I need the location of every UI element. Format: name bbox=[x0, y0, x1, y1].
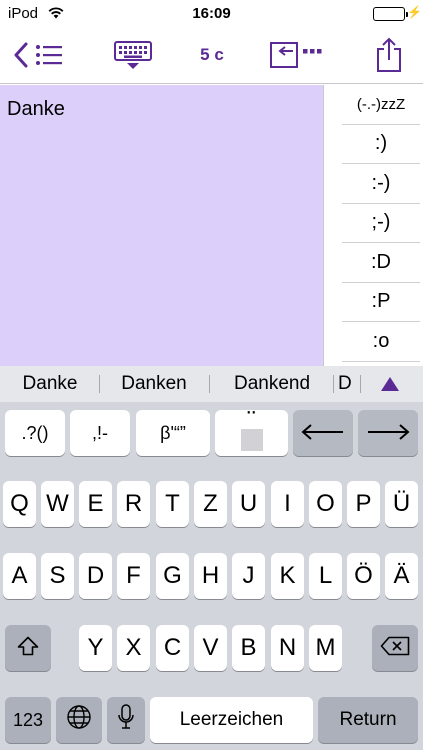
key-v[interactable]: V bbox=[194, 625, 227, 671]
emoticon-item[interactable]: ;-) bbox=[342, 204, 420, 243]
suggestion-item[interactable]: D bbox=[338, 366, 362, 402]
toolbar: 5 c bbox=[0, 26, 423, 84]
cursor-right-button[interactable] bbox=[358, 410, 418, 456]
key-t[interactable]: T bbox=[156, 481, 189, 527]
status-bar: iPod 16:09 ⚡ bbox=[0, 0, 423, 26]
key-w[interactable]: W bbox=[41, 481, 74, 527]
clock-label: 16:09 bbox=[192, 5, 231, 22]
space-key[interactable]: Leerzeichen bbox=[150, 697, 313, 743]
shift-icon bbox=[17, 635, 39, 662]
key-h[interactable]: H bbox=[194, 553, 227, 599]
key-p[interactable]: P bbox=[347, 481, 380, 527]
symbol-key[interactable]: ,!- bbox=[70, 410, 130, 456]
key-d[interactable]: D bbox=[79, 553, 112, 599]
shift-key[interactable] bbox=[5, 625, 51, 671]
key-n[interactable]: N bbox=[271, 625, 304, 671]
key-g[interactable]: G bbox=[156, 553, 189, 599]
emoticon-list[interactable]: (-.-)zzZ :) :-) ;-) :D :P :o bbox=[323, 85, 423, 366]
key-l[interactable]: L bbox=[309, 553, 342, 599]
suggestion-bar: Danke Danken Dankend D bbox=[0, 366, 423, 402]
key-u-umlaut[interactable]: Ü bbox=[385, 481, 418, 527]
key-y[interactable]: Y bbox=[79, 625, 112, 671]
key-r[interactable]: R bbox=[117, 481, 150, 527]
key-u[interactable]: U bbox=[232, 481, 265, 527]
editor-text: Danke bbox=[7, 98, 65, 120]
umlaut-label: ¨ bbox=[247, 405, 256, 435]
key-m[interactable]: M bbox=[309, 625, 342, 671]
key-a[interactable]: A bbox=[3, 553, 36, 599]
emoticon-item[interactable]: :P bbox=[342, 283, 420, 322]
battery-icon bbox=[373, 7, 408, 21]
text-editor[interactable]: Danke bbox=[0, 85, 323, 366]
charging-icon: ⚡ bbox=[407, 5, 422, 19]
insert-text-button[interactable] bbox=[268, 26, 328, 84]
key-e[interactable]: E bbox=[79, 481, 112, 527]
share-icon bbox=[375, 37, 403, 73]
divider bbox=[99, 375, 100, 393]
emoticon-item[interactable]: :D bbox=[342, 243, 420, 283]
divider bbox=[360, 375, 361, 393]
key-o-umlaut[interactable]: Ö bbox=[347, 553, 380, 599]
backspace-icon bbox=[380, 635, 410, 662]
key-s[interactable]: S bbox=[41, 553, 74, 599]
key-x[interactable]: X bbox=[117, 625, 150, 671]
list-icon bbox=[35, 44, 63, 66]
triangle-up-icon[interactable] bbox=[380, 375, 400, 398]
cursor-left-button[interactable] bbox=[293, 410, 353, 456]
share-button[interactable] bbox=[366, 26, 412, 84]
keyboard-dismiss-button[interactable] bbox=[110, 26, 156, 84]
key-f[interactable]: F bbox=[117, 553, 150, 599]
insert-text-icon bbox=[269, 40, 327, 70]
numbers-key[interactable]: 123 bbox=[5, 697, 51, 743]
key-b[interactable]: B bbox=[232, 625, 265, 671]
return-key[interactable]: Return bbox=[318, 697, 418, 743]
key-a-umlaut[interactable]: Ä bbox=[385, 553, 418, 599]
globe-key[interactable] bbox=[56, 697, 102, 743]
keyboard-dismiss-icon bbox=[113, 40, 153, 70]
key-o[interactable]: O bbox=[309, 481, 342, 527]
divider bbox=[333, 375, 334, 393]
arrow-left-icon bbox=[301, 420, 345, 447]
character-count: 5 c bbox=[200, 45, 224, 64]
dictation-key[interactable] bbox=[107, 697, 145, 743]
emoticon-item[interactable]: :) bbox=[342, 125, 420, 164]
backspace-key[interactable] bbox=[372, 625, 418, 671]
key-k[interactable]: K bbox=[271, 553, 304, 599]
chevron-left-icon bbox=[13, 42, 29, 68]
arrow-right-icon bbox=[366, 420, 410, 447]
back-list-button[interactable] bbox=[8, 26, 68, 84]
key-j[interactable]: J bbox=[232, 553, 265, 599]
key-q[interactable]: Q bbox=[3, 481, 36, 527]
keyboard: Danke Danken Dankend D .?() ,!- β'“” ¨ Q… bbox=[0, 366, 423, 750]
microphone-icon bbox=[118, 704, 134, 736]
placeholder-box-icon bbox=[240, 429, 263, 451]
emoticon-item[interactable]: (-.-)zzZ bbox=[342, 85, 420, 125]
emoticon-item[interactable]: :o bbox=[342, 322, 420, 362]
key-z[interactable]: Z bbox=[194, 481, 227, 527]
suggestion-item[interactable]: Dankend bbox=[216, 366, 328, 402]
symbol-key[interactable]: .?() bbox=[5, 410, 65, 456]
key-c[interactable]: C bbox=[156, 625, 189, 671]
globe-icon bbox=[66, 704, 92, 736]
umlaut-key[interactable]: ¨ bbox=[215, 405, 288, 456]
emoticon-item[interactable]: :-) bbox=[342, 164, 420, 204]
key-i[interactable]: I bbox=[271, 481, 304, 527]
suggestion-item[interactable]: Danken bbox=[106, 366, 202, 402]
symbol-key[interactable]: β'“” bbox=[136, 410, 210, 456]
divider bbox=[209, 375, 210, 393]
suggestion-item[interactable]: Danke bbox=[6, 366, 94, 402]
